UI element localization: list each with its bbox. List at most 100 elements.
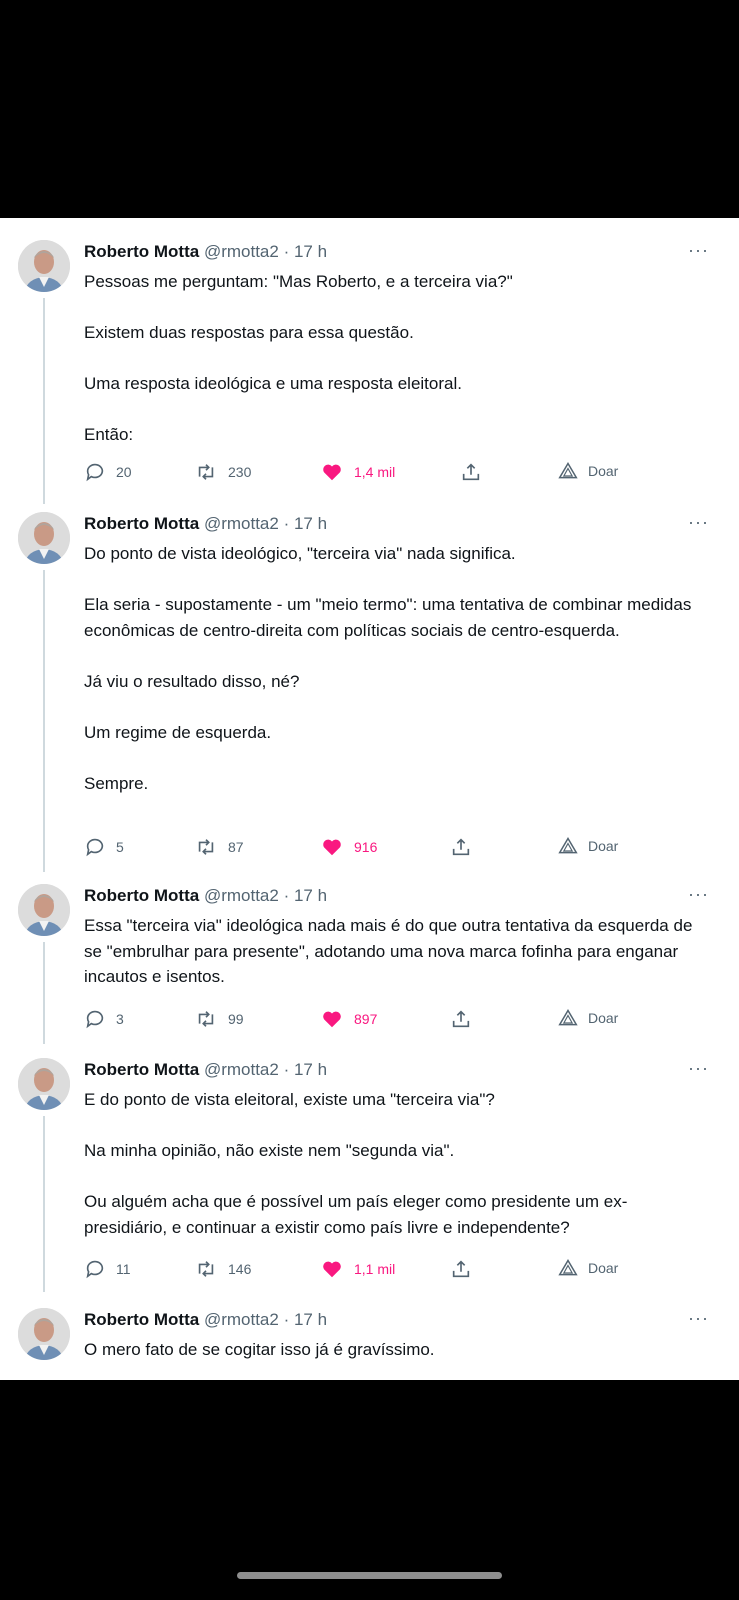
donate-button[interactable]: Doar bbox=[558, 1258, 618, 1278]
thread-line bbox=[43, 1116, 45, 1292]
like-button[interactable]: 1,1 mil bbox=[320, 1258, 395, 1280]
retweet-count: 99 bbox=[228, 1011, 244, 1027]
retweet-button[interactable]: 230 bbox=[194, 461, 251, 483]
retweet-button[interactable]: 99 bbox=[194, 1008, 244, 1030]
like-count: 1,1 mil bbox=[354, 1261, 396, 1277]
like-count: 916 bbox=[354, 839, 378, 855]
share-icon bbox=[452, 838, 470, 856]
tweet-paragraph: Pessoas me perguntam: "Mas Roberto, e a … bbox=[84, 272, 513, 291]
tweet-text: Do ponto de vista ideológico, "terceira … bbox=[84, 541, 694, 796]
reply-button[interactable]: 20 bbox=[84, 461, 132, 483]
more-options-icon[interactable]: ··· bbox=[688, 1058, 709, 1079]
like-button[interactable]: 1,4 mil bbox=[320, 461, 395, 483]
retweet-icon bbox=[198, 1011, 214, 1027]
tweet-text: Pessoas me perguntam: "Mas Roberto, e a … bbox=[84, 269, 694, 448]
retweet-icon bbox=[198, 464, 214, 480]
share-button[interactable] bbox=[450, 836, 472, 858]
author-name[interactable]: Roberto Motta bbox=[84, 886, 199, 905]
retweet-count: 146 bbox=[228, 1261, 252, 1277]
author-name[interactable]: Roberto Motta bbox=[84, 1310, 199, 1329]
donate-icon bbox=[558, 837, 578, 854]
donate-icon bbox=[558, 462, 578, 479]
like-count: 897 bbox=[354, 1011, 378, 1027]
tweet-paragraph: Ou alguém acha que é possível um país el… bbox=[84, 1192, 628, 1237]
tweet-paragraph: Então: bbox=[84, 425, 134, 444]
more-options-icon[interactable]: ··· bbox=[688, 1308, 709, 1329]
share-icon bbox=[462, 463, 480, 481]
home-indicator[interactable] bbox=[237, 1572, 502, 1579]
retweet-icon bbox=[198, 1261, 214, 1277]
retweet-button[interactable]: 87 bbox=[194, 836, 244, 858]
reply-icon bbox=[86, 1260, 104, 1279]
reply-icon bbox=[86, 463, 104, 482]
donate-button[interactable]: Doar bbox=[558, 1008, 618, 1028]
tweet-text: E do ponto de vista eleitoral, existe um… bbox=[84, 1087, 694, 1240]
like-button[interactable]: 897 bbox=[320, 1008, 377, 1030]
heart-icon bbox=[323, 464, 341, 481]
donate-label: Doar bbox=[588, 463, 619, 479]
tweet-actions: 20 230 1,4 mil Doar bbox=[84, 461, 644, 485]
tweet-time[interactable]: · 17 h bbox=[284, 886, 327, 905]
tweet-text: O mero fato de se cogitar isso já é grav… bbox=[84, 1337, 694, 1363]
author-handle[interactable]: @rmotta2 bbox=[204, 886, 279, 905]
avatar[interactable] bbox=[18, 512, 70, 564]
author-name[interactable]: Roberto Motta bbox=[84, 514, 199, 533]
donate-button[interactable]: Doar bbox=[558, 836, 618, 856]
tweet-header: Roberto Motta @rmotta2 · 17 h bbox=[84, 514, 327, 534]
donate-button[interactable]: Doar bbox=[558, 461, 618, 481]
like-count: 1,4 mil bbox=[354, 464, 396, 480]
share-icon bbox=[452, 1010, 470, 1028]
tweet-actions: 11 146 1,1 mil Doar bbox=[84, 1258, 644, 1282]
more-options-icon[interactable]: ··· bbox=[688, 512, 709, 533]
like-button[interactable]: 916 bbox=[320, 836, 377, 858]
reply-button[interactable]: 11 bbox=[84, 1258, 131, 1280]
tweet-header: Roberto Motta @rmotta2 · 17 h bbox=[84, 1060, 327, 1080]
tweet-paragraph: Ela seria - supostamente - um "meio term… bbox=[84, 595, 692, 640]
donate-icon bbox=[558, 1259, 578, 1276]
tweet-time[interactable]: · 17 h bbox=[284, 1310, 327, 1329]
avatar-portrait-icon bbox=[18, 512, 70, 564]
donate-label: Doar bbox=[588, 1010, 619, 1026]
avatar[interactable] bbox=[18, 1308, 70, 1360]
tweet-time[interactable]: · 17 h bbox=[284, 514, 327, 533]
tweet-time[interactable]: · 17 h bbox=[284, 242, 327, 261]
donate-label: Doar bbox=[588, 1260, 619, 1276]
tweet-paragraph: Na minha opinião, não existe nem "segund… bbox=[84, 1141, 455, 1160]
tweet-paragraph: Já viu o resultado disso, né? bbox=[84, 671, 300, 691]
thread-line bbox=[43, 942, 45, 1044]
reply-button[interactable]: 3 bbox=[84, 1008, 124, 1030]
retweet-count: 87 bbox=[228, 839, 244, 855]
share-button[interactable] bbox=[450, 1258, 472, 1280]
author-handle[interactable]: @rmotta2 bbox=[204, 1060, 279, 1079]
more-options-icon[interactable]: ··· bbox=[688, 240, 709, 261]
avatar[interactable] bbox=[18, 884, 70, 936]
avatar-portrait-icon bbox=[18, 884, 70, 936]
tweet-text: Essa "terceira via" ideológica nada mais… bbox=[84, 913, 694, 990]
avatar[interactable] bbox=[18, 1058, 70, 1110]
avatar[interactable] bbox=[18, 240, 70, 292]
author-handle[interactable]: @rmotta2 bbox=[204, 514, 279, 533]
reply-button[interactable]: 5 bbox=[84, 836, 124, 858]
thread-line bbox=[43, 570, 45, 872]
author-handle[interactable]: @rmotta2 bbox=[204, 242, 279, 261]
retweet-icon bbox=[198, 839, 214, 855]
heart-icon bbox=[323, 1261, 341, 1278]
heart-icon bbox=[323, 839, 341, 856]
avatar-portrait-icon bbox=[18, 240, 70, 292]
author-name[interactable]: Roberto Motta bbox=[84, 242, 199, 261]
tweet-paragraph: Do ponto de vista ideológico, "terceira … bbox=[84, 544, 516, 563]
share-button[interactable] bbox=[460, 461, 482, 483]
share-button[interactable] bbox=[450, 1008, 472, 1030]
author-handle[interactable]: @rmotta2 bbox=[204, 1310, 279, 1329]
retweet-button[interactable]: 146 bbox=[194, 1258, 251, 1280]
tweet-time[interactable]: · 17 h bbox=[284, 1060, 327, 1079]
tweet-thread-panel: Roberto Motta @rmotta2 · 17 h ··· Pessoa… bbox=[0, 218, 739, 1380]
tweet-paragraph: Uma resposta ideológica e uma resposta e… bbox=[84, 374, 462, 393]
tweet-paragraph: E do ponto de vista eleitoral, existe um… bbox=[84, 1090, 495, 1109]
share-icon bbox=[452, 1260, 470, 1278]
reply-count: 3 bbox=[116, 1011, 124, 1027]
more-options-icon[interactable]: ··· bbox=[688, 884, 709, 905]
tweet-paragraph: Essa "terceira via" ideológica nada mais… bbox=[84, 916, 693, 986]
donate-icon bbox=[558, 1009, 578, 1026]
author-name[interactable]: Roberto Motta bbox=[84, 1060, 199, 1079]
